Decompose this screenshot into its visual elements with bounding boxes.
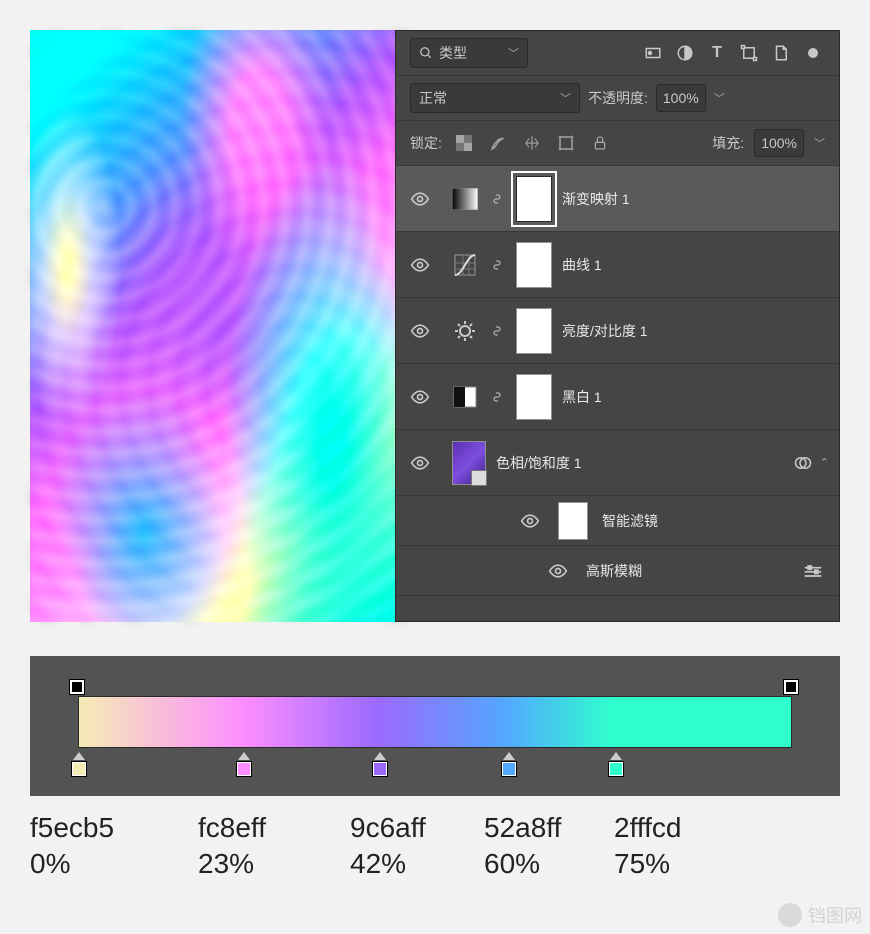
- filter-mask-thumb[interactable]: [558, 502, 588, 540]
- legend-hex: 9c6aff: [350, 812, 426, 844]
- legend-stop-2: 9c6aff 42%: [350, 812, 426, 880]
- layer-hue-saturation[interactable]: 色相/饱和度 1 ⌃: [396, 430, 839, 496]
- filter-type-dropdown[interactable]: 类型 ﹀: [410, 38, 528, 68]
- lock-all-icon[interactable]: [588, 131, 612, 155]
- opacity-input[interactable]: 100%: [656, 84, 706, 112]
- search-icon: [419, 46, 433, 60]
- curves-icon: [452, 252, 478, 278]
- layer-list: 渐变映射 1 曲线 1 亮度/对比度 1: [396, 166, 839, 596]
- lock-label: 锁定:: [410, 133, 442, 153]
- layer-gradient-map[interactable]: 渐变映射 1: [396, 166, 839, 232]
- link-icon: [488, 322, 506, 340]
- watermark: 铛图网: [778, 902, 862, 928]
- filter-type-icon[interactable]: T: [705, 41, 729, 65]
- legend-hex: fc8eff: [198, 812, 266, 844]
- filter-type-label: 类型: [439, 43, 467, 63]
- legend-stop-0: f5ecb5 0%: [30, 812, 114, 880]
- filter-shape-icon[interactable]: [737, 41, 761, 65]
- color-stop-2[interactable]: [371, 752, 389, 777]
- filter-smartobject-icon[interactable]: [769, 41, 793, 65]
- fill-input[interactable]: 100%: [754, 129, 804, 157]
- lock-position-icon[interactable]: [520, 131, 544, 155]
- legend-hex: 52a8ff: [484, 812, 561, 844]
- layer-mask-thumb[interactable]: [516, 308, 552, 354]
- legend-pos: 75%: [614, 848, 681, 880]
- color-stop-0[interactable]: [70, 752, 88, 777]
- filter-toggle[interactable]: [801, 41, 825, 65]
- blend-row: 正常 ﹀ 不透明度: 100% ﹀: [396, 76, 839, 121]
- layer-curves[interactable]: 曲线 1: [396, 232, 839, 298]
- legend-pos: 23%: [198, 848, 266, 880]
- watermark-text: 铛图网: [808, 902, 862, 928]
- legend-stop-1: fc8eff 23%: [198, 812, 266, 880]
- smart-object-thumb[interactable]: [452, 441, 486, 485]
- legend-pos: 60%: [484, 848, 561, 880]
- visibility-toggle[interactable]: [406, 189, 434, 209]
- color-stop-3[interactable]: [500, 752, 518, 777]
- opacity-value: 100%: [663, 90, 699, 106]
- fill-value: 100%: [761, 135, 797, 151]
- filter-pixel-icon[interactable]: [641, 41, 665, 65]
- layer-mask-thumb[interactable]: [516, 176, 552, 222]
- legend-stop-4: 2fffcd 75%: [614, 812, 681, 880]
- visibility-toggle[interactable]: [406, 453, 434, 473]
- layer-name: 亮度/对比度 1: [562, 321, 648, 341]
- layers-panel: 类型 ﹀ T 正常 ﹀ 不透明度: 100% ﹀ 锁定: 填充: 100%: [395, 30, 840, 622]
- legend-hex: 2fffcd: [614, 812, 681, 844]
- link-icon: [488, 388, 506, 406]
- legend-pos: 42%: [350, 848, 426, 880]
- black-white-icon: [452, 384, 478, 410]
- layer-name: 色相/饱和度 1: [496, 453, 582, 473]
- visibility-toggle[interactable]: [516, 511, 544, 531]
- layer-black-white[interactable]: 黑白 1: [396, 364, 839, 430]
- layer-name: 渐变映射 1: [562, 189, 630, 209]
- legend-pos: 0%: [30, 848, 114, 880]
- layer-mask-thumb[interactable]: [516, 374, 552, 420]
- chevron-down-icon: ﹀: [560, 90, 571, 106]
- chevron-down-icon[interactable]: ﹀: [714, 90, 725, 106]
- link-icon: [488, 256, 506, 274]
- visibility-toggle[interactable]: [406, 387, 434, 407]
- layer-name: 黑白 1: [562, 387, 602, 407]
- visibility-toggle[interactable]: [544, 561, 572, 581]
- layer-filter-row: 类型 ﹀ T: [396, 31, 839, 76]
- opacity-label: 不透明度:: [588, 88, 648, 108]
- canvas-preview: [30, 30, 408, 622]
- lock-paint-icon[interactable]: [486, 131, 510, 155]
- lock-row: 锁定: 填充: 100% ﹀: [396, 121, 839, 166]
- opacity-stop-left[interactable]: [70, 680, 86, 696]
- lock-transparency-icon[interactable]: [452, 131, 476, 155]
- blend-mode-label: 正常: [419, 88, 447, 108]
- gradient-editor: [30, 656, 840, 796]
- smart-filters-label: 智能滤镜: [602, 511, 658, 531]
- watermark-logo-icon: [778, 903, 802, 927]
- visibility-toggle[interactable]: [406, 321, 434, 341]
- fill-label: 填充:: [712, 133, 744, 153]
- opacity-stop-right[interactable]: [784, 680, 800, 696]
- chevron-down-icon[interactable]: ﹀: [814, 135, 825, 151]
- color-stop-4[interactable]: [607, 752, 625, 777]
- brightness-icon: [452, 318, 478, 344]
- filter-name: 高斯模糊: [586, 561, 642, 581]
- filter-fx-icon[interactable]: [794, 454, 812, 472]
- gradient-map-icon: [452, 186, 478, 212]
- filter-settings-icon[interactable]: [803, 565, 823, 577]
- blend-mode-dropdown[interactable]: 正常 ﹀: [410, 83, 580, 113]
- layer-mask-thumb[interactable]: [516, 242, 552, 288]
- layer-brightness-contrast[interactable]: 亮度/对比度 1: [396, 298, 839, 364]
- lock-artboard-icon[interactable]: [554, 131, 578, 155]
- layer-name: 曲线 1: [562, 255, 602, 275]
- collapse-icon[interactable]: ⌃: [820, 456, 829, 469]
- filter-adjustment-icon[interactable]: [673, 41, 697, 65]
- gradient-bar[interactable]: [78, 696, 792, 748]
- smart-filter-gaussian-blur[interactable]: 高斯模糊: [396, 546, 839, 596]
- link-icon: [488, 190, 506, 208]
- legend-hex: f5ecb5: [30, 812, 114, 844]
- smart-filters-heading[interactable]: 智能滤镜: [396, 496, 839, 546]
- visibility-toggle[interactable]: [406, 255, 434, 275]
- color-stop-1[interactable]: [235, 752, 253, 777]
- legend-stop-3: 52a8ff 60%: [484, 812, 561, 880]
- chevron-down-icon: ﹀: [508, 45, 519, 61]
